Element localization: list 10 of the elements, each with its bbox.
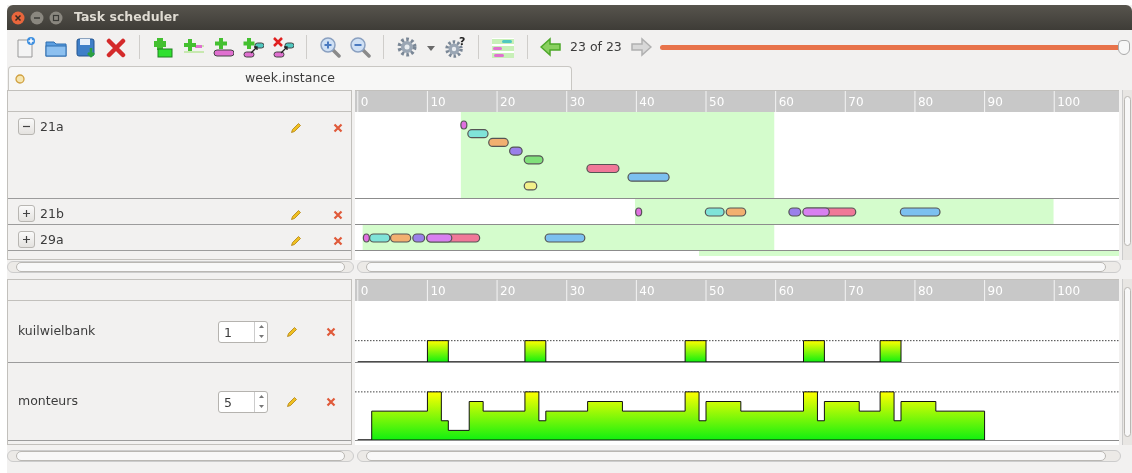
resource-name: kuilwielbank: [18, 322, 97, 341]
capacity-spinner[interactable]: 5: [218, 390, 268, 413]
job-name: 21b: [40, 205, 65, 223]
page-counter: 23 of 23: [570, 37, 622, 56]
job-name: 21a: [40, 118, 65, 136]
job-name: 29a: [40, 231, 65, 249]
capacity-spinner[interactable]: 1: [218, 320, 268, 343]
window-title: Task scheduler: [74, 8, 179, 27]
resource-name: monteurs: [18, 392, 79, 411]
document-tab[interactable]: week.instance: [8, 66, 572, 90]
